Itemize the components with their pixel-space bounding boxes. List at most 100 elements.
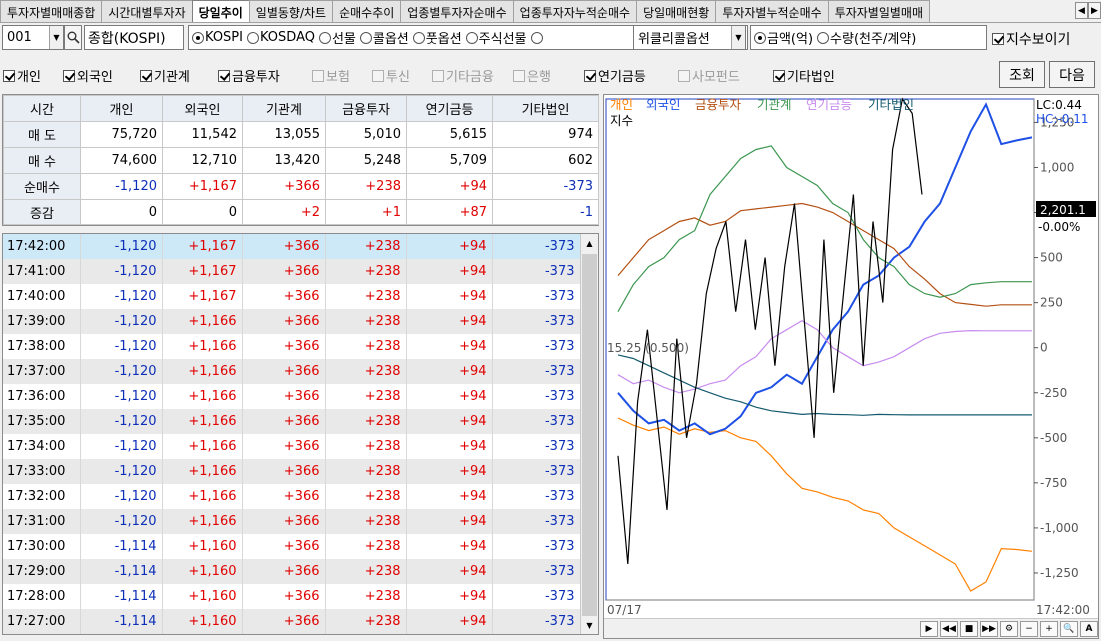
tab-7[interactable]: 당일매매현황 bbox=[636, 0, 717, 22]
table-row[interactable]: 17:37:00 -1,120 +1,166 +366 +238 +94 -373 bbox=[3, 359, 581, 384]
zoom-out-icon[interactable]: − bbox=[1020, 620, 1038, 637]
tab-0[interactable]: 투자자별매매종합 bbox=[0, 0, 103, 22]
checkbox-box[interactable] bbox=[513, 69, 525, 82]
investor-checkbox-8[interactable]: 연기금등 bbox=[584, 66, 646, 85]
radio-dot[interactable] bbox=[817, 31, 830, 44]
table-row[interactable]: 17:42:00 -1,120 +1,167 +366 +238 +94 -373 bbox=[3, 234, 581, 259]
play-icon[interactable]: ▶ bbox=[920, 620, 938, 637]
table-row[interactable]: 17:33:00 -1,120 +1,166 +366 +238 +94 -373 bbox=[3, 459, 581, 484]
rewind-icon[interactable]: ◀◀ bbox=[940, 620, 958, 637]
tab-9[interactable]: 투자자별일별매매 bbox=[827, 0, 931, 22]
value-cell: -373 bbox=[492, 409, 581, 434]
search-button[interactable] bbox=[64, 25, 82, 50]
radio-dot[interactable] bbox=[754, 31, 766, 44]
table-row[interactable]: 17:28:00 -1,114 +1,160 +366 +238 +94 -373 bbox=[3, 584, 581, 609]
option-combo[interactable]: 위클리콜옵션 ▼ bbox=[633, 25, 746, 50]
checkbox-box[interactable] bbox=[3, 69, 15, 82]
query-button[interactable]: 조회 bbox=[999, 61, 1045, 88]
radio-dot[interactable] bbox=[530, 31, 543, 44]
checkbox-box[interactable] bbox=[678, 69, 690, 82]
tab-scroll-left-icon[interactable]: ◀ bbox=[1075, 2, 1088, 19]
checkbox-label: 금융투자 bbox=[232, 70, 280, 85]
checkbox-box[interactable] bbox=[584, 69, 596, 82]
investor-checkbox-4[interactable]: 보험 bbox=[312, 66, 350, 85]
chevron-down-icon[interactable]: ▼ bbox=[731, 26, 745, 49]
radio-market_radios-4[interactable]: 풋옵션 bbox=[412, 28, 462, 47]
radio-market_radios-3[interactable]: 콜옵션 bbox=[359, 28, 409, 47]
radio-dot[interactable] bbox=[412, 31, 425, 44]
radio-dot[interactable] bbox=[192, 31, 204, 44]
summary-cell: 75,720 bbox=[80, 121, 163, 148]
table-row[interactable]: 17:35:00 -1,120 +1,166 +366 +238 +94 -373 bbox=[3, 409, 581, 434]
table-row[interactable]: 17:34:00 -1,120 +1,166 +366 +238 +94 -373 bbox=[3, 434, 581, 459]
value-cell: +94 bbox=[406, 459, 493, 484]
checkbox-box[interactable] bbox=[773, 69, 785, 82]
table-row[interactable]: 17:30:00 -1,114 +1,160 +366 +238 +94 -373 bbox=[3, 534, 581, 559]
investor-checkbox-6[interactable]: 기타금융 bbox=[432, 66, 494, 85]
vertical-scrollbar[interactable]: ▲ ▼ bbox=[580, 234, 598, 634]
next-button[interactable]: 다음 bbox=[1049, 61, 1095, 88]
table-row[interactable]: 17:36:00 -1,120 +1,166 +366 +238 +94 -373 bbox=[3, 384, 581, 409]
checkbox-box[interactable] bbox=[140, 69, 152, 82]
investor-trend-chart[interactable]: 1,2501,0007505002500-250-500-750-1,000-1… bbox=[603, 94, 1099, 639]
table-row[interactable]: 17:31:00 -1,120 +1,166 +366 +238 +94 -373 bbox=[3, 509, 581, 534]
scroll-down-icon[interactable]: ▼ bbox=[581, 616, 598, 634]
radio-market_radios-1[interactable]: KOSDAQ bbox=[246, 30, 315, 45]
radio-dot[interactable] bbox=[465, 31, 478, 44]
investor-checkbox-0[interactable]: 개인 bbox=[3, 66, 41, 85]
fast-forward-icon[interactable]: ▶▶ bbox=[980, 620, 998, 637]
checkbox-box[interactable] bbox=[218, 69, 230, 82]
investor-checkbox-5[interactable]: 투신 bbox=[372, 66, 410, 85]
radio-market_radios-5[interactable]: 주식선물 bbox=[465, 28, 527, 47]
settings-icon[interactable]: ⚙ bbox=[1000, 620, 1018, 637]
radio-unit_radios-0[interactable]: 금액(억) bbox=[754, 28, 813, 47]
investor-checkbox-3[interactable]: 금융투자 bbox=[218, 66, 280, 85]
stop-icon[interactable]: ■ bbox=[960, 620, 978, 637]
investor-checkbox-2[interactable]: 기관계 bbox=[140, 66, 190, 85]
radio-dot[interactable] bbox=[246, 31, 259, 44]
investor-checkbox-9[interactable]: 사모펀드 bbox=[678, 66, 740, 85]
tab-8[interactable]: 투자자별누적순매수 bbox=[715, 0, 829, 22]
table-row[interactable]: 17:38:00 -1,120 +1,166 +366 +238 +94 -373 bbox=[3, 334, 581, 359]
table-row[interactable]: 17:41:00 -1,120 +1,167 +366 +238 +94 -373 bbox=[3, 259, 581, 284]
tab-3[interactable]: 일별동향/차트 bbox=[248, 0, 334, 22]
font-icon[interactable]: A bbox=[1080, 620, 1098, 637]
zoom-in-icon[interactable]: + bbox=[1040, 620, 1058, 637]
checkbox-box[interactable] bbox=[432, 69, 444, 82]
investor-checkbox-10[interactable]: 기타법인 bbox=[773, 66, 835, 85]
time-series-table[interactable]: 17:42:00 -1,120 +1,167 +366 +238 +94 -373 17:41… bbox=[2, 233, 599, 635]
tab-2[interactable]: 당일추이 bbox=[191, 0, 250, 22]
checkbox-box[interactable] bbox=[372, 69, 384, 82]
investor-checkbox-7[interactable]: 은행 bbox=[513, 66, 551, 85]
code-combo[interactable]: 001 ▼ bbox=[2, 25, 64, 50]
scroll-thumb[interactable] bbox=[582, 254, 597, 616]
tab-6[interactable]: 업종투자자누적순매수 bbox=[512, 0, 638, 22]
value-cell: -373 bbox=[492, 359, 581, 384]
radio-market_radios-0[interactable]: KOSPI bbox=[192, 30, 243, 45]
table-row[interactable]: 17:29:00 -1,114 +1,160 +366 +238 +94 -373 bbox=[3, 559, 581, 584]
chevron-down-icon[interactable]: ▼ bbox=[49, 26, 63, 49]
tab-5[interactable]: 업종별투자자순매수 bbox=[400, 0, 514, 22]
tab-scroll-right-icon[interactable]: ▶ bbox=[1088, 2, 1101, 19]
value-cell: +94 bbox=[406, 559, 493, 584]
table-row[interactable]: 17:32:00 -1,120 +1,166 +366 +238 +94 -373 bbox=[3, 484, 581, 509]
tab-1[interactable]: 시간대별투자자 bbox=[101, 0, 193, 22]
radio-unit_radios-1[interactable]: 수량(천주/계약) bbox=[817, 28, 916, 47]
radio-dot[interactable] bbox=[359, 31, 372, 44]
market-name-field[interactable]: 종합(KOSPI) bbox=[84, 25, 184, 50]
checkbox-box[interactable] bbox=[992, 33, 1004, 45]
time-cell: 17:39:00 bbox=[3, 309, 81, 334]
radio-market_radios-6[interactable] bbox=[530, 31, 544, 44]
table-row[interactable]: 17:27:00 -1,114 +1,160 +366 +238 +94 -373 bbox=[3, 609, 581, 634]
scroll-up-icon[interactable]: ▲ bbox=[581, 234, 598, 252]
table-row[interactable]: 17:40:00 -1,120 +1,167 +366 +238 +94 -373 bbox=[3, 284, 581, 309]
radio-dot[interactable] bbox=[318, 31, 331, 44]
tab-4[interactable]: 순매수추이 bbox=[332, 0, 402, 22]
magnifier-icon[interactable]: 🔍 bbox=[1060, 620, 1078, 637]
checkbox-box[interactable] bbox=[312, 69, 324, 82]
checkbox-box[interactable] bbox=[63, 69, 75, 82]
show-index-checkbox[interactable]: 지수보이기 bbox=[992, 29, 1070, 49]
investor-checkbox-1[interactable]: 외국인 bbox=[63, 66, 113, 85]
table-row[interactable]: 17:39:00 -1,120 +1,166 +366 +238 +94 -373 bbox=[3, 309, 581, 334]
radio-market_radios-2[interactable]: 선물 bbox=[318, 28, 356, 47]
